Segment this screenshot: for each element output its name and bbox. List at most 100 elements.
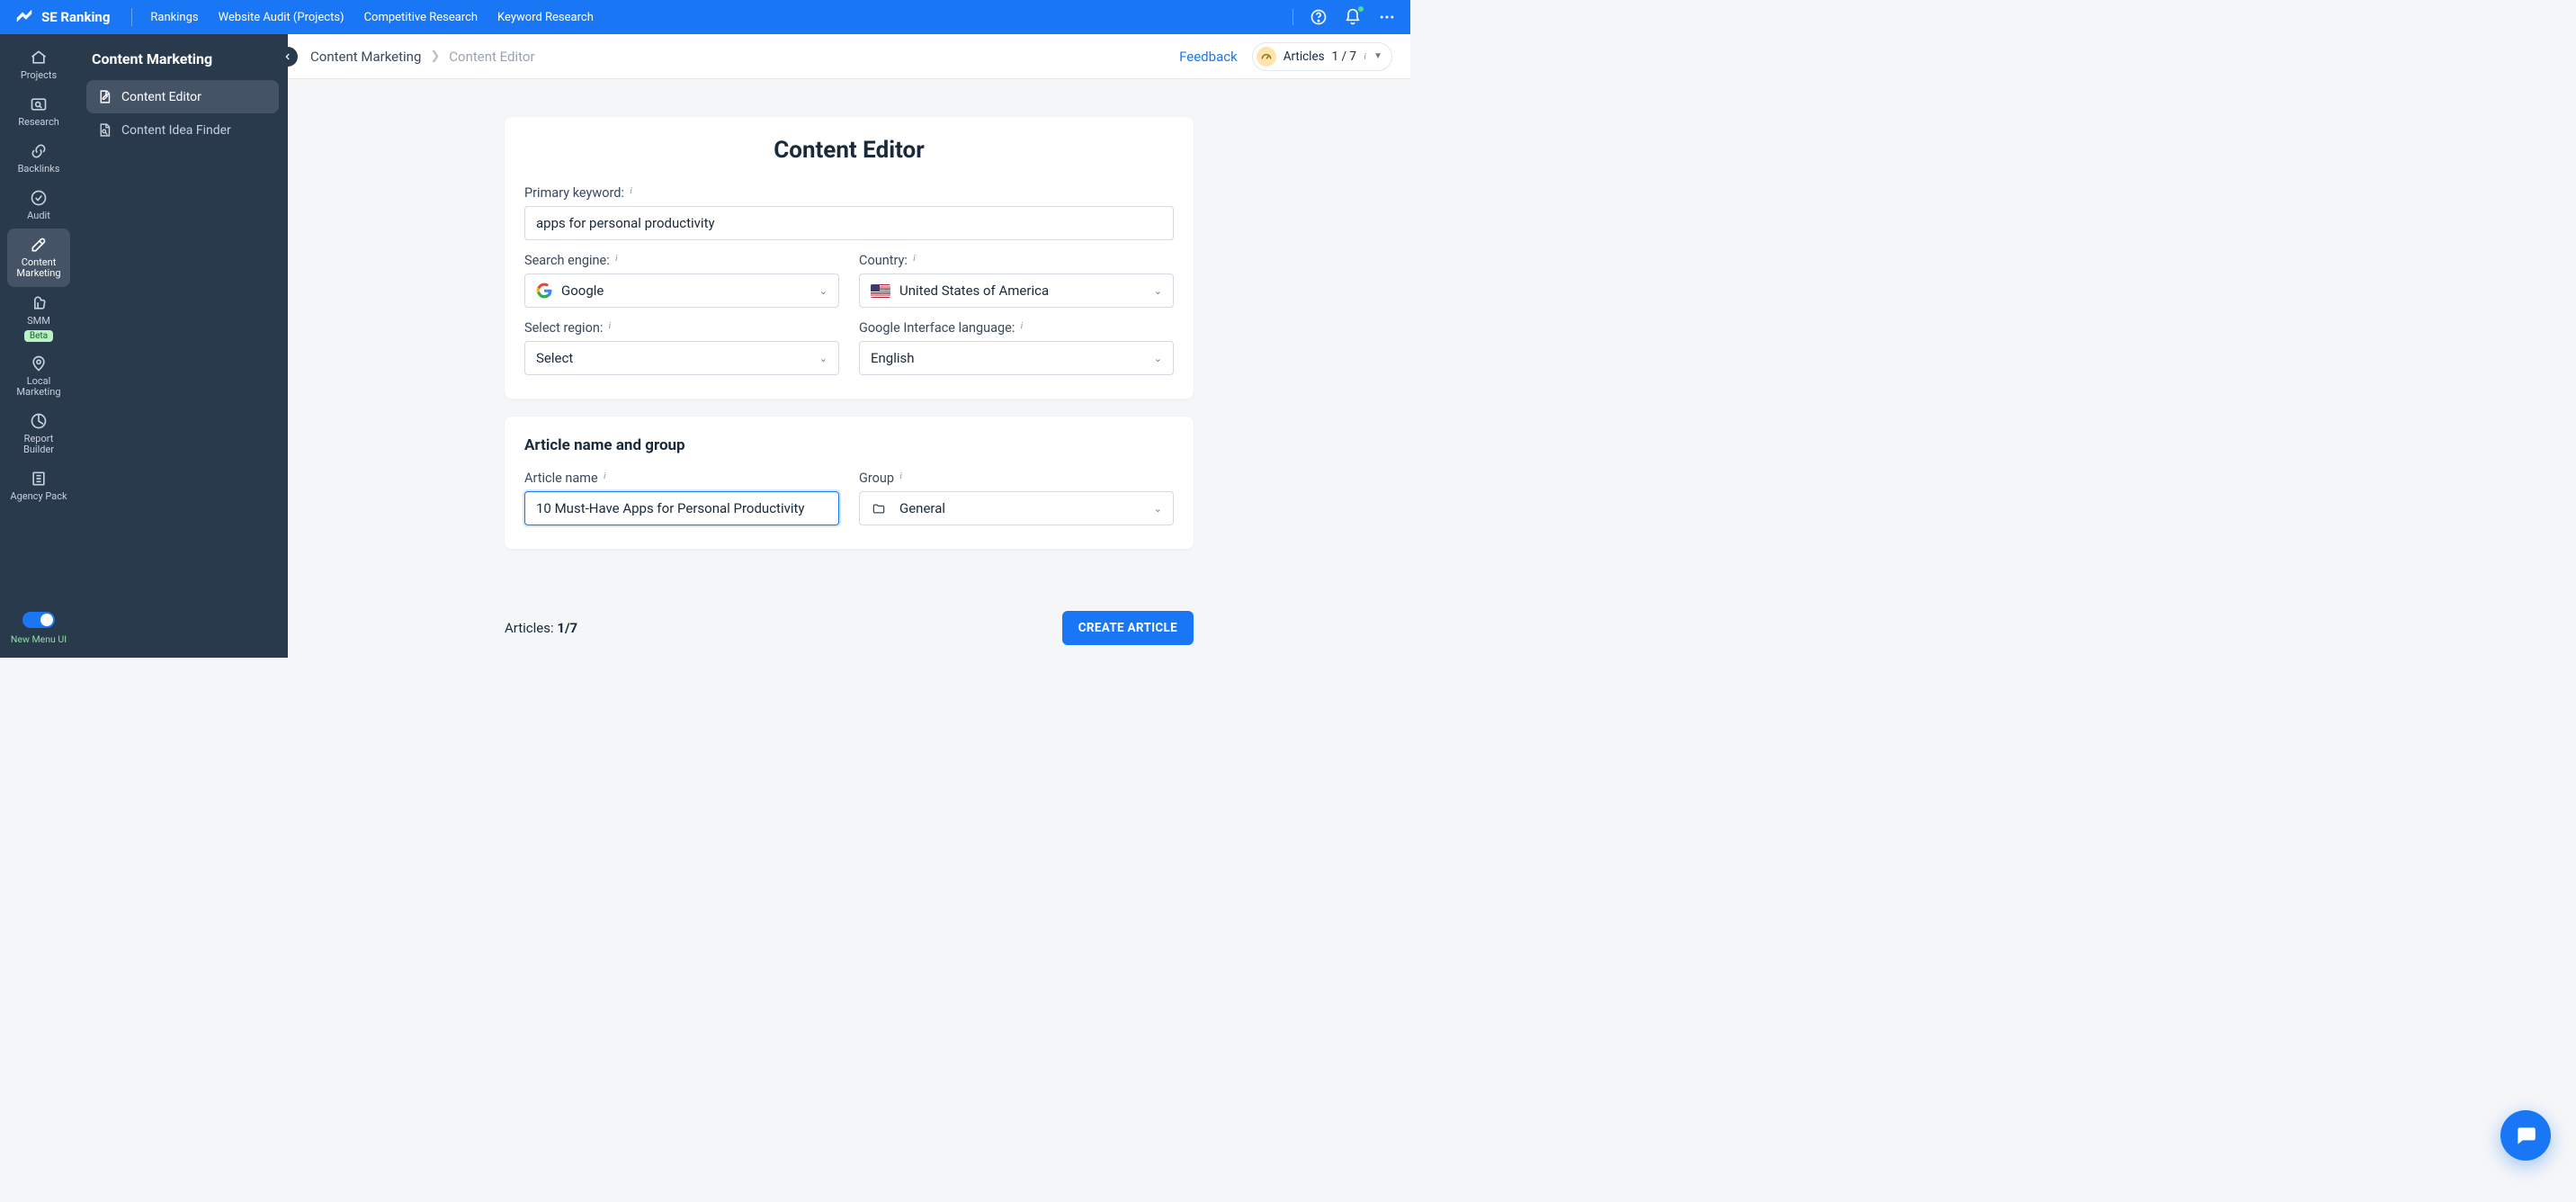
primary-keyword-field: Primary keyword:i (524, 185, 1174, 240)
language-field: Google Interface language:i English ⌄ (859, 320, 1174, 375)
group-field: Groupi General ⌄ (859, 471, 1174, 525)
nav-keyword-research[interactable]: Keyword Research (497, 11, 594, 24)
info-icon[interactable]: i (608, 320, 611, 331)
chevron-down-icon: ⌄ (1154, 285, 1162, 297)
more-icon[interactable] (1378, 8, 1396, 26)
group-value: General (899, 500, 945, 516)
region-select[interactable]: Select ⌄ (524, 341, 839, 375)
card-article-name: Article name and group Article namei Gro… (505, 417, 1194, 549)
country-field: Country:i United States of America ⌄ (859, 253, 1174, 308)
rail-research[interactable]: Research (7, 88, 70, 135)
subnav-title: Content Marketing (92, 50, 273, 67)
info-icon[interactable]: i (913, 253, 916, 264)
nav-website-audit[interactable]: Website Audit (Projects) (219, 11, 344, 24)
caret-down-icon: ▼ (1373, 51, 1382, 61)
us-flag-icon (871, 284, 890, 298)
left-rail: Projects Research Backlinks Audit Conten… (0, 34, 77, 658)
rail-backlinks[interactable]: Backlinks (7, 135, 70, 182)
separator (1292, 9, 1293, 25)
main-header: Content Marketing ❯ Content Editor Feedb… (288, 34, 1410, 79)
brand-logo[interactable]: SE Ranking (14, 7, 110, 27)
topbar-right (1292, 8, 1396, 26)
breadcrumb-content-marketing[interactable]: Content Marketing (310, 49, 421, 65)
info-icon[interactable]: i (1020, 320, 1023, 331)
create-article-button[interactable]: CREATE ARTICLE (1062, 611, 1194, 645)
top-nav: Rankings Website Audit (Projects) Compet… (150, 11, 593, 24)
breadcrumb: Content Marketing ❯ Content Editor (310, 49, 535, 65)
beta-badge: Beta (24, 330, 53, 342)
region-field: Select region:i Select ⌄ (524, 320, 839, 375)
card-editor-settings: Content Editor Primary keyword:i Search … (505, 117, 1194, 399)
subnav-content-idea-finder[interactable]: Content Idea Finder (86, 113, 279, 147)
topbar: SE Ranking Rankings Website Audit (Proje… (0, 0, 1410, 34)
subnav-label: Content Editor (121, 90, 201, 104)
breadcrumb-content-editor: Content Editor (449, 49, 534, 65)
rail-report-builder[interactable]: Report Builder (7, 405, 70, 462)
help-icon[interactable] (1310, 8, 1328, 26)
subnav-content-editor[interactable]: Content Editor (86, 80, 279, 113)
search-engine-field: Search engine:i Google ⌄ (524, 253, 839, 308)
header-right: Feedback Articles 1 / 7 i ▼ (1179, 42, 1392, 71)
page-title: Content Editor (524, 137, 1174, 164)
chevron-down-icon: ⌄ (819, 285, 827, 297)
info-icon[interactable]: i (604, 471, 606, 481)
chat-icon (2514, 1124, 2537, 1147)
articles-pill-label: Articles (1284, 49, 1325, 64)
primary-keyword-label: Primary keyword:i (524, 185, 1174, 201)
country-select[interactable]: United States of America ⌄ (859, 274, 1174, 308)
notifications-icon[interactable] (1344, 8, 1362, 26)
rail-content-marketing[interactable]: Content Marketing (7, 229, 70, 286)
article-name-input[interactable] (524, 491, 839, 525)
article-name-field: Article namei (524, 471, 839, 525)
rail-label: Agency Pack (10, 491, 67, 502)
nav-competitive-research[interactable]: Competitive Research (364, 11, 478, 24)
chat-fab[interactable] (2500, 1110, 2551, 1161)
info-icon[interactable]: i (899, 471, 902, 481)
article-name-label: Article namei (524, 471, 839, 486)
group-label: Groupi (859, 471, 1174, 486)
feedback-link[interactable]: Feedback (1179, 49, 1238, 65)
info-icon[interactable]: i (615, 253, 618, 264)
region-value: Select (536, 350, 573, 366)
chevron-down-icon: ⌄ (819, 353, 827, 364)
language-value: English (871, 350, 915, 366)
rail-local-marketing[interactable]: Local Marketing (7, 347, 70, 405)
nav-rankings[interactable]: Rankings (150, 11, 198, 24)
google-icon (536, 283, 552, 299)
rail-label: Report Builder (9, 434, 68, 455)
content-scroll[interactable]: Content Editor Primary keyword:i Search … (288, 79, 1410, 658)
articles-pill[interactable]: Articles 1 / 7 i ▼ (1252, 42, 1392, 71)
info-icon: i (1364, 51, 1366, 62)
country-value: United States of America (899, 283, 1049, 299)
search-engine-select[interactable]: Google ⌄ (524, 274, 839, 308)
search-engine-value: Google (561, 283, 604, 299)
rail-label: Backlinks (18, 164, 60, 175)
articles-pill-count: 1 / 7 (1332, 49, 1356, 64)
search-engine-label: Search engine:i (524, 253, 839, 268)
rail-label: Projects (21, 70, 57, 81)
rail-smm[interactable]: SMM (7, 287, 70, 328)
info-icon[interactable]: i (630, 185, 632, 196)
brand-text: SE Ranking (41, 9, 110, 25)
chevron-down-icon: ⌄ (1154, 503, 1162, 515)
section-title: Article name and group (524, 436, 1174, 454)
new-ui-label: New Menu UI (11, 633, 67, 645)
subnav: Content Marketing Content Editor Content… (77, 34, 288, 658)
notification-dot (1358, 6, 1364, 12)
new-ui-toggle[interactable] (22, 612, 55, 628)
country-label: Country:i (859, 253, 1174, 268)
rail-projects[interactable]: Projects (7, 41, 70, 88)
language-select[interactable]: English ⌄ (859, 341, 1174, 375)
group-select[interactable]: General ⌄ (859, 491, 1174, 525)
back-button[interactable] (278, 47, 298, 67)
rail-bottom: New Menu UI (11, 612, 67, 645)
rail-agency-pack[interactable]: Agency Pack (7, 462, 70, 509)
rail-label: SMM (27, 316, 50, 327)
rail-label: Content Marketing (9, 257, 68, 279)
primary-keyword-input[interactable] (524, 206, 1174, 240)
main: Content Marketing ❯ Content Editor Feedb… (288, 34, 1410, 658)
separator (131, 8, 132, 26)
rail-label: Audit (27, 211, 50, 221)
rail-audit[interactable]: Audit (7, 182, 70, 229)
chevron-right-icon: ❯ (430, 49, 440, 63)
